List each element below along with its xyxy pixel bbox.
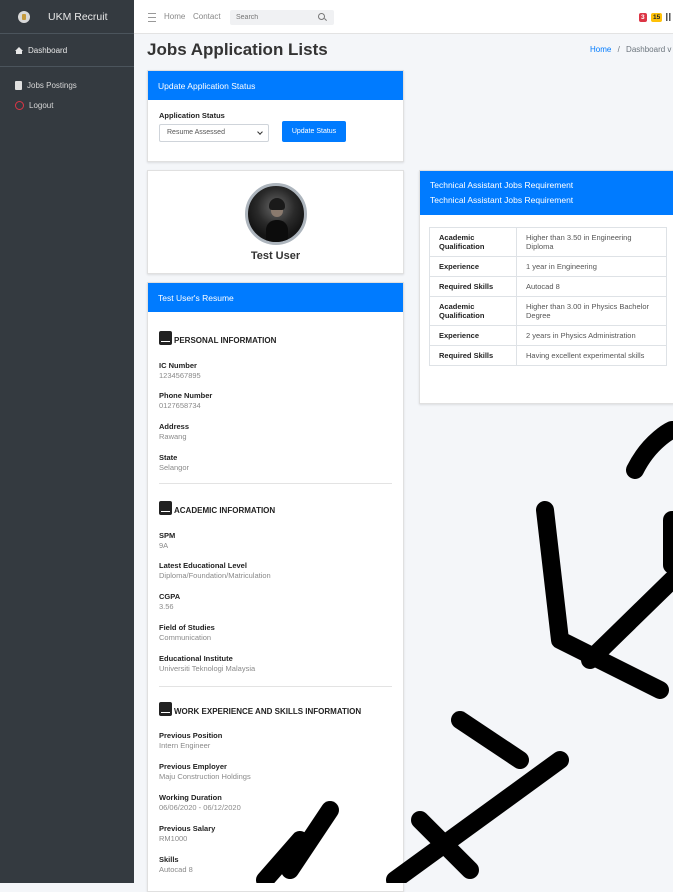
row-value: Autocad 8	[516, 276, 667, 297]
card-header: Test User's Resume	[148, 283, 403, 312]
row-key: Experience	[429, 325, 517, 346]
field-value: Intern Engineer	[159, 741, 211, 750]
nav-link-home[interactable]: Home	[164, 12, 185, 21]
field-label: Phone Number	[159, 391, 213, 400]
search-bar	[230, 10, 334, 25]
breadcrumb: Home / Dashboard v	[590, 45, 671, 54]
field-label: State	[159, 453, 178, 462]
table-row: Academic Qualification Higher than 3.00 …	[429, 296, 667, 326]
field-label: Latest Educational Level	[159, 561, 247, 570]
table-row: Academic Qualification Higher than 3.50 …	[429, 227, 667, 257]
section-title: PERSONAL INFORMATION	[159, 331, 276, 345]
avatar	[245, 183, 307, 245]
sidebar: UKM Recruit Dashboard Jobs Postings Logo…	[0, 0, 134, 883]
card-header: Update Application Status	[148, 71, 403, 100]
field-label: CGPA	[159, 592, 181, 601]
field-value: Diploma/Foundation/Matriculation	[159, 571, 271, 580]
field-value: 0127658734	[159, 401, 201, 410]
breadcrumb-separator: /	[617, 45, 620, 54]
row-value: 2 years in Physics Administration	[516, 325, 667, 346]
card-header: Technical Assistant Jobs Requirement Tec…	[420, 171, 673, 215]
nav-link-contact[interactable]: Contact	[193, 12, 221, 21]
field-label: Field of Studies	[159, 623, 215, 632]
application-status-select[interactable]: Resume Assessed	[159, 124, 269, 142]
select-value: Resume Assessed	[167, 129, 225, 136]
top-navbar: Home Contact 3 15	[134, 0, 673, 34]
field-value: 06/06/2020 - 06/12/2020	[159, 803, 241, 812]
book-icon	[15, 80, 22, 90]
field-label: Address	[159, 422, 190, 431]
divider	[159, 686, 392, 687]
brand[interactable]: UKM Recruit	[0, 0, 134, 34]
table-row: Experience 1 year in Engineering	[429, 256, 667, 277]
application-status-label: Application Status	[159, 111, 225, 120]
sidebar-item-label: Logout	[29, 100, 54, 110]
field-value: Selangor	[159, 463, 190, 472]
field-value: 3.56	[159, 602, 174, 611]
field-value: 9A	[159, 541, 169, 550]
search-input[interactable]	[230, 10, 312, 25]
field-label: Previous Salary	[159, 824, 216, 833]
brand-logo-icon	[18, 10, 30, 23]
row-value: Having excellent experimental skills	[516, 345, 667, 366]
profile-card: Test User	[147, 170, 404, 274]
field-label: Working Duration	[159, 793, 222, 802]
page-title: Jobs Application Lists	[147, 40, 328, 59]
messages-badge[interactable]: 15	[651, 13, 663, 22]
book-icon	[159, 501, 172, 515]
home-icon	[15, 46, 23, 54]
power-icon	[15, 100, 24, 110]
table-row: Experience 2 years in Physics Administra…	[429, 325, 667, 346]
breadcrumb-current: Dashboard v	[626, 45, 672, 54]
notification-badge[interactable]: 3	[639, 13, 647, 22]
section-title: WORK EXPERIENCE AND SKILLS INFORMATION	[159, 702, 361, 716]
divider	[159, 483, 392, 484]
field-label: SPM	[159, 531, 176, 540]
book-icon	[159, 702, 172, 716]
field-value: RM1000	[159, 834, 188, 843]
field-label: Previous Employer	[159, 762, 227, 771]
chevron-down-icon	[257, 129, 263, 135]
sidebar-item-label: Dashboard	[28, 45, 68, 55]
field-value: Autocad 8	[159, 865, 193, 874]
field-value: 1234567895	[159, 371, 201, 380]
apps-grid-icon[interactable]	[666, 13, 672, 21]
job-requirements-card: Technical Assistant Jobs Requirement Tec…	[419, 170, 673, 404]
field-value: Rawang	[159, 432, 187, 441]
field-label: IC Number	[159, 361, 197, 370]
resume-card: Test User's Resume PERSONAL INFORMATION …	[147, 282, 404, 892]
field-value: Maju Construction Holdings	[159, 772, 251, 781]
field-label: Previous Position	[159, 731, 223, 740]
sidebar-item-logout[interactable]: Logout	[0, 95, 134, 115]
brand-text: UKM Recruit	[48, 10, 108, 23]
hamburger-menu-icon[interactable]	[148, 13, 156, 22]
row-key: Experience	[429, 256, 517, 277]
section-title: ACADEMIC INFORMATION	[159, 501, 275, 515]
row-key: Required Skills	[429, 345, 517, 366]
row-value: Higher than 3.50 in Engineering Diploma	[516, 227, 667, 257]
breadcrumb-home-link[interactable]: Home	[590, 45, 611, 54]
requirements-table: Academic Qualification Higher than 3.50 …	[429, 227, 667, 366]
field-label: Skills	[159, 855, 179, 864]
row-key: Required Skills	[429, 276, 517, 297]
field-label: Educational Institute	[159, 654, 233, 663]
update-status-card: Update Application Status Application St…	[147, 70, 404, 162]
book-icon	[159, 331, 172, 345]
card-subtitle: Technical Assistant Jobs Requirement	[430, 195, 574, 205]
update-status-button[interactable]: Update Status	[282, 121, 346, 142]
row-value: 1 year in Engineering	[516, 256, 667, 277]
row-key: Academic Qualification	[429, 296, 517, 326]
field-value: Communication	[159, 633, 212, 642]
sidebar-item-jobs-postings[interactable]: Jobs Postings	[0, 75, 134, 95]
card-title: Technical Assistant Jobs Requirement	[430, 180, 574, 190]
search-icon[interactable]	[318, 13, 325, 20]
row-value: Higher than 3.00 in Physics Bachelor Deg…	[516, 296, 667, 326]
table-row: Required Skills Having excellent experim…	[429, 345, 667, 366]
field-value: Universiti Teknologi Malaysia	[159, 664, 256, 673]
table-row: Required Skills Autocad 8	[429, 276, 667, 297]
sidebar-item-label: Jobs Postings	[27, 80, 77, 90]
sidebar-item-dashboard[interactable]: Dashboard	[0, 34, 134, 67]
profile-name: Test User	[250, 250, 301, 262]
row-key: Academic Qualification	[429, 227, 517, 257]
